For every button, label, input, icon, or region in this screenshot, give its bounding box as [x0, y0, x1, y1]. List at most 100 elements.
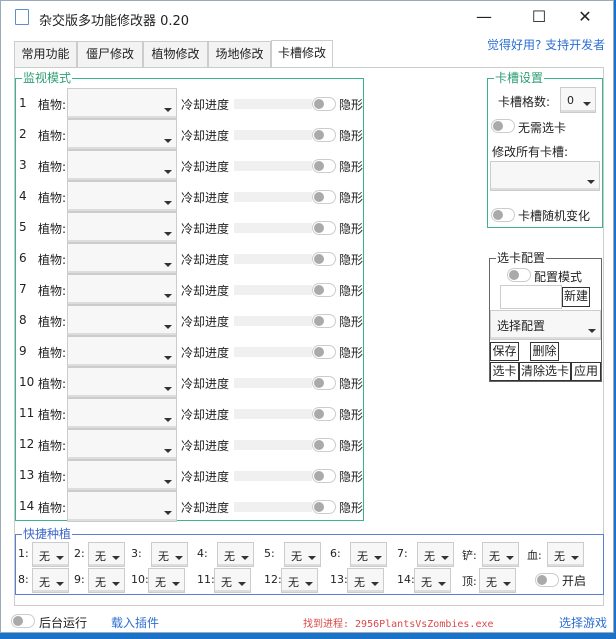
- quick-slot-select[interactable]: 无: [547, 542, 584, 567]
- select-card-button[interactable]: 选卡: [490, 362, 519, 381]
- background-run-toggle[interactable]: [11, 614, 35, 628]
- plant-select[interactable]: [67, 274, 177, 305]
- invisible-toggle[interactable]: [312, 252, 336, 266]
- quick-slot-select[interactable]: 无: [284, 542, 321, 567]
- quick-slot-label: 4:: [197, 547, 208, 560]
- invisible-label: 隐形: [339, 439, 363, 453]
- quick-slot-select[interactable]: 无: [214, 568, 251, 593]
- monitor-group-title: 监视模式: [22, 71, 73, 85]
- apply-button[interactable]: 应用: [571, 362, 601, 381]
- quick-slot-label: 9:: [74, 573, 85, 586]
- config-mode-toggle[interactable]: [507, 268, 531, 282]
- quick-plant-enable-toggle[interactable]: [535, 573, 559, 587]
- chevron-down-icon: [571, 556, 579, 560]
- delete-button[interactable]: 删除: [530, 342, 559, 361]
- plant-label: 植物:: [38, 408, 67, 422]
- quick-slot-label: 血:: [527, 549, 542, 562]
- invisible-toggle[interactable]: [312, 159, 336, 173]
- invisible-toggle[interactable]: [312, 283, 336, 297]
- plant-select[interactable]: [67, 398, 177, 429]
- invisible-toggle[interactable]: [312, 221, 336, 235]
- tab-1[interactable]: 僵尸修改: [77, 41, 143, 68]
- invisible-toggle[interactable]: [312, 97, 336, 111]
- invisible-toggle[interactable]: [312, 345, 336, 359]
- plant-select[interactable]: [67, 429, 177, 460]
- modify-all-select[interactable]: [490, 161, 600, 191]
- quick-slot-select[interactable]: 无: [217, 542, 254, 567]
- no-select-toggle[interactable]: [491, 119, 515, 133]
- quick-slot-select[interactable]: 无: [482, 542, 519, 567]
- quick-slot-label: 13:: [330, 573, 348, 586]
- tab-2[interactable]: 植物修改: [143, 41, 208, 68]
- quick-slot-select[interactable]: 无: [350, 542, 387, 567]
- select-game-link[interactable]: 选择游戏: [559, 614, 607, 631]
- quick-slot-select[interactable]: 无: [88, 568, 125, 593]
- plant-label: 植物:: [38, 315, 67, 329]
- invisible-label: 隐形: [339, 160, 363, 174]
- quick-slot-label: 7:: [397, 547, 408, 560]
- invisible-toggle[interactable]: [312, 469, 336, 483]
- quick-slot-select[interactable]: 无: [414, 568, 451, 593]
- invisible-toggle[interactable]: [312, 438, 336, 452]
- plant-select[interactable]: [67, 119, 177, 150]
- plant-label: 植物:: [38, 129, 67, 143]
- tab-4[interactable]: 卡槽修改: [271, 40, 333, 68]
- quick-slot-select[interactable]: 无: [148, 568, 185, 593]
- chevron-down-icon: [164, 418, 172, 422]
- chevron-down-icon: [164, 449, 172, 453]
- tab-3[interactable]: 场地修改: [208, 41, 271, 68]
- plant-label: 植物:: [38, 160, 67, 174]
- load-plugin-link[interactable]: 载入插件: [111, 614, 159, 631]
- plant-select[interactable]: [67, 243, 177, 274]
- cooldown-label: 冷却进度: [181, 315, 230, 329]
- invisible-label: 隐形: [339, 129, 363, 143]
- quick-slot-select[interactable]: 无: [479, 568, 516, 593]
- cooldown-label: 冷却进度: [181, 377, 230, 391]
- maximize-button[interactable]: ☐: [519, 5, 559, 29]
- invisible-label: 隐形: [339, 408, 363, 422]
- quick-slot-select[interactable]: 无: [32, 568, 69, 593]
- chevron-down-icon: [164, 232, 172, 236]
- plant-select[interactable]: [67, 181, 177, 212]
- plant-select[interactable]: [67, 305, 177, 336]
- quick-slot-select[interactable]: 无: [88, 542, 125, 567]
- invisible-toggle[interactable]: [312, 407, 336, 421]
- quick-slot-select[interactable]: 无: [32, 542, 69, 567]
- invisible-toggle[interactable]: [312, 190, 336, 204]
- quick-plant-title: 快捷种植: [22, 527, 73, 541]
- config-name-input[interactable]: [500, 285, 562, 309]
- save-button[interactable]: 保存: [490, 342, 519, 361]
- plant-select[interactable]: [67, 367, 177, 398]
- plant-select[interactable]: [67, 460, 177, 491]
- plant-label: 植物:: [38, 191, 67, 205]
- cooldown-progress: [234, 316, 312, 326]
- card-settings-group: 卡槽设置 卡槽格数: 0 无需选卡 修改所有卡槽: 卡槽随机变化: [487, 71, 603, 228]
- plant-select[interactable]: [67, 150, 177, 181]
- cooldown-progress: [234, 161, 312, 171]
- invisible-toggle[interactable]: [312, 128, 336, 142]
- quick-slot-select[interactable]: 无: [417, 542, 454, 567]
- invisible-toggle[interactable]: [312, 376, 336, 390]
- new-button[interactable]: 新建: [562, 287, 590, 307]
- config-select[interactable]: 选择配置: [490, 310, 601, 340]
- chevron-down-icon: [164, 139, 172, 143]
- clear-select-button[interactable]: 清除选卡: [519, 362, 571, 381]
- tab-0[interactable]: 常用功能: [14, 41, 77, 68]
- plant-select[interactable]: [67, 88, 177, 119]
- plant-label: 植物:: [38, 439, 67, 453]
- plant-select[interactable]: [67, 336, 177, 367]
- quick-slot-select[interactable]: 无: [151, 542, 188, 567]
- support-developer-link[interactable]: 觉得好用? 支持开发者: [487, 36, 605, 53]
- chevron-down-icon: [175, 556, 183, 560]
- invisible-toggle[interactable]: [312, 500, 336, 514]
- random-toggle[interactable]: [491, 208, 515, 222]
- quick-slot-select[interactable]: 无: [281, 568, 318, 593]
- slot-count-select[interactable]: 0: [560, 87, 596, 113]
- plant-select[interactable]: [67, 491, 177, 522]
- invisible-toggle[interactable]: [312, 314, 336, 328]
- cooldown-progress: [234, 285, 312, 295]
- close-button[interactable]: ✕: [565, 5, 605, 29]
- minimize-button[interactable]: —: [464, 5, 504, 29]
- plant-select[interactable]: [67, 212, 177, 243]
- quick-slot-select[interactable]: 无: [347, 568, 384, 593]
